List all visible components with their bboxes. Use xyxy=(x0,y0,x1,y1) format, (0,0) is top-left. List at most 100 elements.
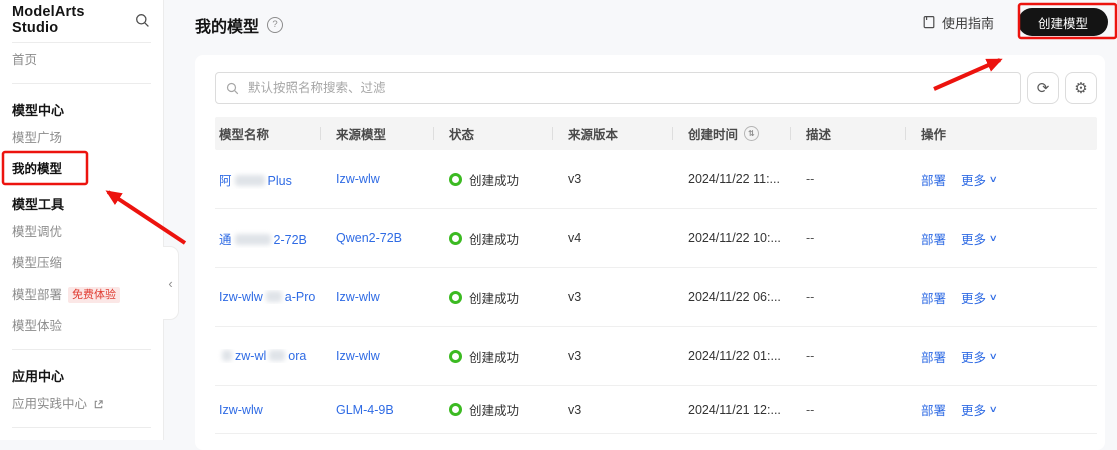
deploy-link[interactable]: 部署 xyxy=(921,170,946,189)
status-label: 创建成功 xyxy=(469,232,520,247)
sidebar-divider xyxy=(12,349,151,350)
source-model-link[interactable]: Izw-wlw xyxy=(336,349,380,363)
table-toolbar: ⟳ ⚙ xyxy=(215,72,1097,104)
sidebar-divider xyxy=(12,427,151,428)
sidebar-divider xyxy=(12,83,151,84)
sidebar-item-label: 我的模型 xyxy=(12,162,63,176)
source-version-cell: v3 xyxy=(568,290,582,304)
model-name-link[interactable]: Izw-wlw a-Pro xyxy=(219,290,315,304)
column-header-5: 创建时间 ⇅ xyxy=(672,117,802,150)
column-header-4: 来源版本 xyxy=(552,117,684,150)
source-model-cell: Izw-wlw xyxy=(332,349,445,363)
table-row: zw-wl ora Izw-wlw 创建成功 v3 2024/11/22 01:... --… xyxy=(215,327,1097,386)
sidebar-item-label: 模型体验 xyxy=(12,319,63,333)
model-name-link[interactable]: 通 2-72B xyxy=(219,233,307,247)
book-icon xyxy=(922,15,936,29)
help-icon[interactable]: ? xyxy=(267,17,284,33)
status-label: 创建成功 xyxy=(469,173,520,188)
model-name-link[interactable]: 阿 Plus xyxy=(219,174,292,188)
description-cell: -- xyxy=(806,172,815,186)
blurred-text xyxy=(265,291,282,302)
deploy-link[interactable]: 部署 xyxy=(921,229,946,248)
column-header-1: 模型名称 xyxy=(215,117,332,150)
model-name-cell: zw-wl ora xyxy=(215,349,332,363)
chevron-down-icon: ∨ xyxy=(988,291,998,302)
sidebar-item-label: 模型部署 xyxy=(12,287,63,302)
usage-guide-link[interactable]: 使用指南 xyxy=(922,13,994,32)
more-label: 更多 xyxy=(961,350,987,365)
search-icon[interactable] xyxy=(135,13,150,28)
status-label: 创建成功 xyxy=(469,350,520,365)
blurred-text xyxy=(222,350,232,361)
source-version-cell: v3 xyxy=(568,349,582,363)
source-model-link[interactable]: Izw-wlw xyxy=(336,290,380,304)
more-label: 更多 xyxy=(961,404,987,418)
model-name-link[interactable]: Izw-wlw xyxy=(219,403,263,417)
more-link[interactable]: 更多 ∨ xyxy=(961,170,998,189)
more-link[interactable]: 更多 ∨ xyxy=(961,400,998,419)
blurred-text xyxy=(269,350,286,361)
refresh-button[interactable]: ⟳ xyxy=(1027,72,1059,104)
sort-icon[interactable]: ⇅ xyxy=(744,126,760,141)
sidebar-item-model-square[interactable]: 模型广场 xyxy=(0,123,163,154)
description-cell: -- xyxy=(806,290,815,304)
more-link[interactable]: 更多 ∨ xyxy=(961,229,998,248)
blurred-text xyxy=(234,174,265,186)
sidebar-nav: 首页 模型中心 模型广场 我的模型 模型工具 模型调优 模型压缩 模型部署 免费体验 模型体验 应用… xyxy=(0,45,163,428)
source-model-cell: Qwen2-72B xyxy=(332,231,445,245)
deploy-link[interactable]: 部署 xyxy=(921,288,946,307)
column-header-2: 来源模型 xyxy=(320,117,445,150)
sidebar-item-model-experience[interactable]: 模型体验 xyxy=(0,311,163,342)
sidebar-group-app-center: 应用中心 xyxy=(12,369,65,384)
usage-guide-label: 使用指南 xyxy=(941,15,994,31)
column-header-label: 来源模型 xyxy=(336,128,387,142)
model-name-link[interactable]: zw-wl ora xyxy=(219,349,306,363)
model-name-cell: 阿 Plus xyxy=(215,170,332,189)
source-model-link[interactable]: Qwen2-72B xyxy=(336,231,402,245)
column-header-label: 操作 xyxy=(921,128,947,142)
status-cell: 创建成功 xyxy=(445,229,564,248)
settings-button[interactable]: ⚙ xyxy=(1065,72,1097,104)
sidebar-item-app-practice-center[interactable]: 应用实践中心 xyxy=(0,389,163,420)
source-model-link[interactable]: Izw-wlw xyxy=(336,172,380,186)
sidebar: ModelArts Studio 首页 模型中心 模型广场 我的模型 模型工具 模型调优模… xyxy=(0,0,164,440)
gear-icon: ⚙ xyxy=(1074,80,1088,97)
column-header-3: 状态 xyxy=(433,117,564,150)
actions-cell: 部署 更多 ∨ xyxy=(917,170,1097,189)
deploy-link[interactable]: 部署 xyxy=(921,400,946,419)
sidebar-item-model-compression[interactable]: 模型压缩 xyxy=(0,248,163,279)
sidebar-item-home[interactable]: 首页 xyxy=(0,45,163,76)
more-link[interactable]: 更多 ∨ xyxy=(961,347,998,366)
refresh-icon: ⟳ xyxy=(1036,80,1050,97)
created-time-cell: 2024/11/22 10:... xyxy=(688,231,781,245)
table-header-row: 模型名称 来源模型 状态 来源版本 创建时间 ⇅ 描述 操作 xyxy=(215,117,1097,150)
source-model-cell: GLM-4-9B xyxy=(332,403,445,417)
app-brand: ModelArts Studio xyxy=(0,0,163,40)
sidebar-item-model-tuning[interactable]: 模型调优 xyxy=(0,217,163,248)
more-link[interactable]: 更多 ∨ xyxy=(961,288,998,307)
sidebar-item-my-models[interactable]: 我的模型 xyxy=(0,154,163,185)
page-header: 我的模型 ? 使用指南 创建模型 xyxy=(164,0,1117,55)
source-model-link[interactable]: GLM-4-9B xyxy=(336,403,394,417)
deploy-link[interactable]: 部署 xyxy=(921,347,946,366)
description-cell: -- xyxy=(806,349,815,363)
status-label: 创建成功 xyxy=(469,404,520,418)
more-label: 更多 xyxy=(961,173,987,188)
actions-cell: 部署 更多 ∨ xyxy=(917,288,1097,307)
actions-cell: 部署 更多 ∨ xyxy=(917,229,1097,248)
chevron-down-icon: ∨ xyxy=(988,232,998,243)
search-input[interactable] xyxy=(246,80,1010,96)
status-label: 创建成功 xyxy=(469,291,520,306)
page-title: 我的模型 xyxy=(195,19,260,36)
status-success-icon xyxy=(449,403,462,416)
sidebar-item-model-deployment[interactable]: 模型部署 免费体验 xyxy=(0,279,163,311)
search-box[interactable] xyxy=(215,72,1021,104)
created-time-cell: 2024/11/21 12:... xyxy=(688,402,781,417)
source-version-cell: v3 xyxy=(568,402,582,417)
create-model-button[interactable]: 创建模型 xyxy=(1017,8,1108,36)
table-row: Izw-wlw GLM-4-9B 创建成功 v3 2024/11/21 12:... --… xyxy=(215,386,1097,434)
sidebar-collapse-handle[interactable]: ‹ xyxy=(163,246,179,320)
column-header-label: 创建时间 xyxy=(688,128,739,142)
status-cell: 创建成功 xyxy=(445,288,564,307)
model-name-cell: Izw-wlw a-Pro xyxy=(215,290,332,304)
